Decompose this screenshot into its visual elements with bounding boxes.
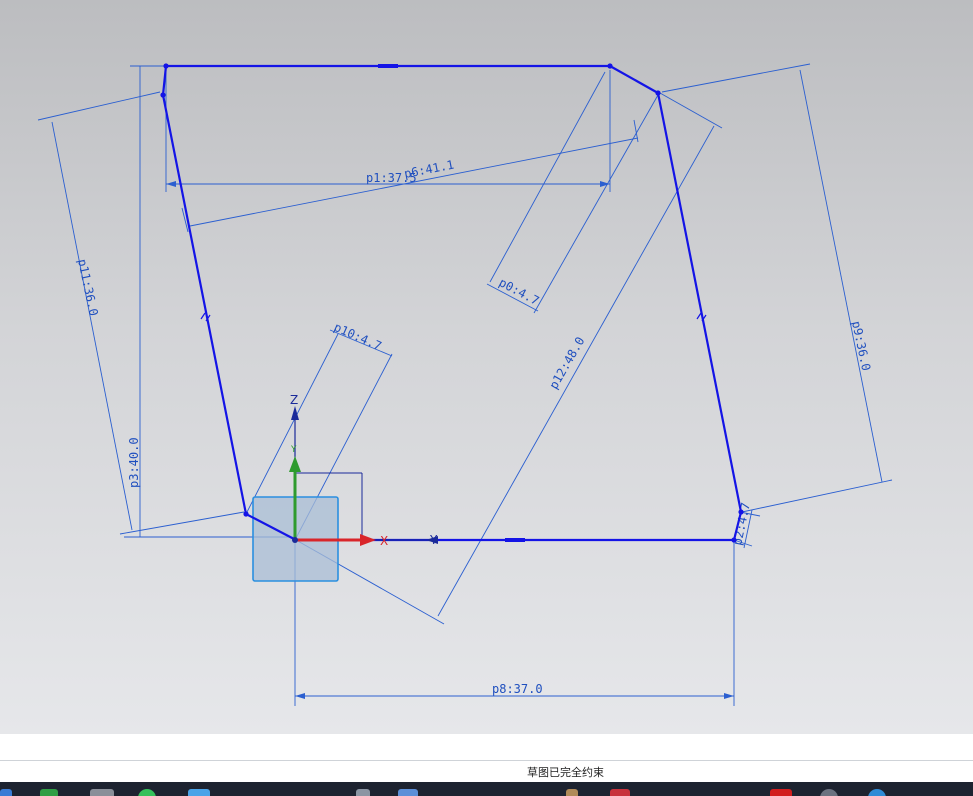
network-icon[interactable] <box>770 789 792 796</box>
dimension-p0[interactable]: p0:4.7 <box>486 71 659 314</box>
wps-icon[interactable] <box>610 789 630 796</box>
file-explorer-icon[interactable] <box>90 789 114 796</box>
wechat-icon[interactable] <box>138 789 156 796</box>
sketch-drawing[interactable]: p1:37.5 p6:41.1 p0:4.7 p11:36.0 p3:40.0 … <box>0 0 973 734</box>
dimension-p8-label: p8:37.0 <box>492 682 543 696</box>
blank-band <box>0 734 973 760</box>
dimension-p0-label: p0:4.7 <box>497 275 542 308</box>
z-axis-label: Z <box>290 393 298 407</box>
excel-icon[interactable] <box>40 789 58 796</box>
start-icon[interactable] <box>0 789 12 796</box>
dimension-p6-label: p6:41.1 <box>403 158 455 181</box>
status-message: 草图已完全约束 <box>527 766 604 779</box>
dimension-p12[interactable]: p12:48.0 <box>295 92 723 625</box>
dimension-p9-label: p9:36.0 <box>849 320 873 372</box>
status-bar: 草图已完全约束 <box>0 760 973 783</box>
sketch-profile[interactable] <box>160 63 744 543</box>
dimension-p12-label: p12:48.0 <box>546 334 587 391</box>
dimension-p11-label: p11:36.0 <box>75 258 101 317</box>
taskbar[interactable] <box>0 782 973 796</box>
dimension-p1[interactable]: p1:37.5 <box>165 70 611 192</box>
dimension-p3-label: p3:40.0 <box>127 437 141 488</box>
tray-app-icon[interactable] <box>566 789 578 796</box>
dimension-p10-label: p10:4.7 <box>332 320 384 353</box>
security-icon[interactable] <box>868 789 886 796</box>
dimension-p8[interactable]: p8:37.0 <box>294 540 735 706</box>
y-axis-label: Y <box>429 533 438 547</box>
svg-text:Y: Y <box>290 445 297 455</box>
dimension-p11[interactable]: p11:36.0 <box>37 91 245 535</box>
x-axis-label: X <box>380 534 388 548</box>
sound-icon[interactable] <box>820 789 838 796</box>
nx-icon[interactable] <box>356 789 370 796</box>
printer-icon[interactable] <box>398 789 418 796</box>
sketch-canvas[interactable]: p1:37.5 p6:41.1 p0:4.7 p11:36.0 p3:40.0 … <box>0 0 973 734</box>
app-store-icon[interactable] <box>188 789 210 796</box>
